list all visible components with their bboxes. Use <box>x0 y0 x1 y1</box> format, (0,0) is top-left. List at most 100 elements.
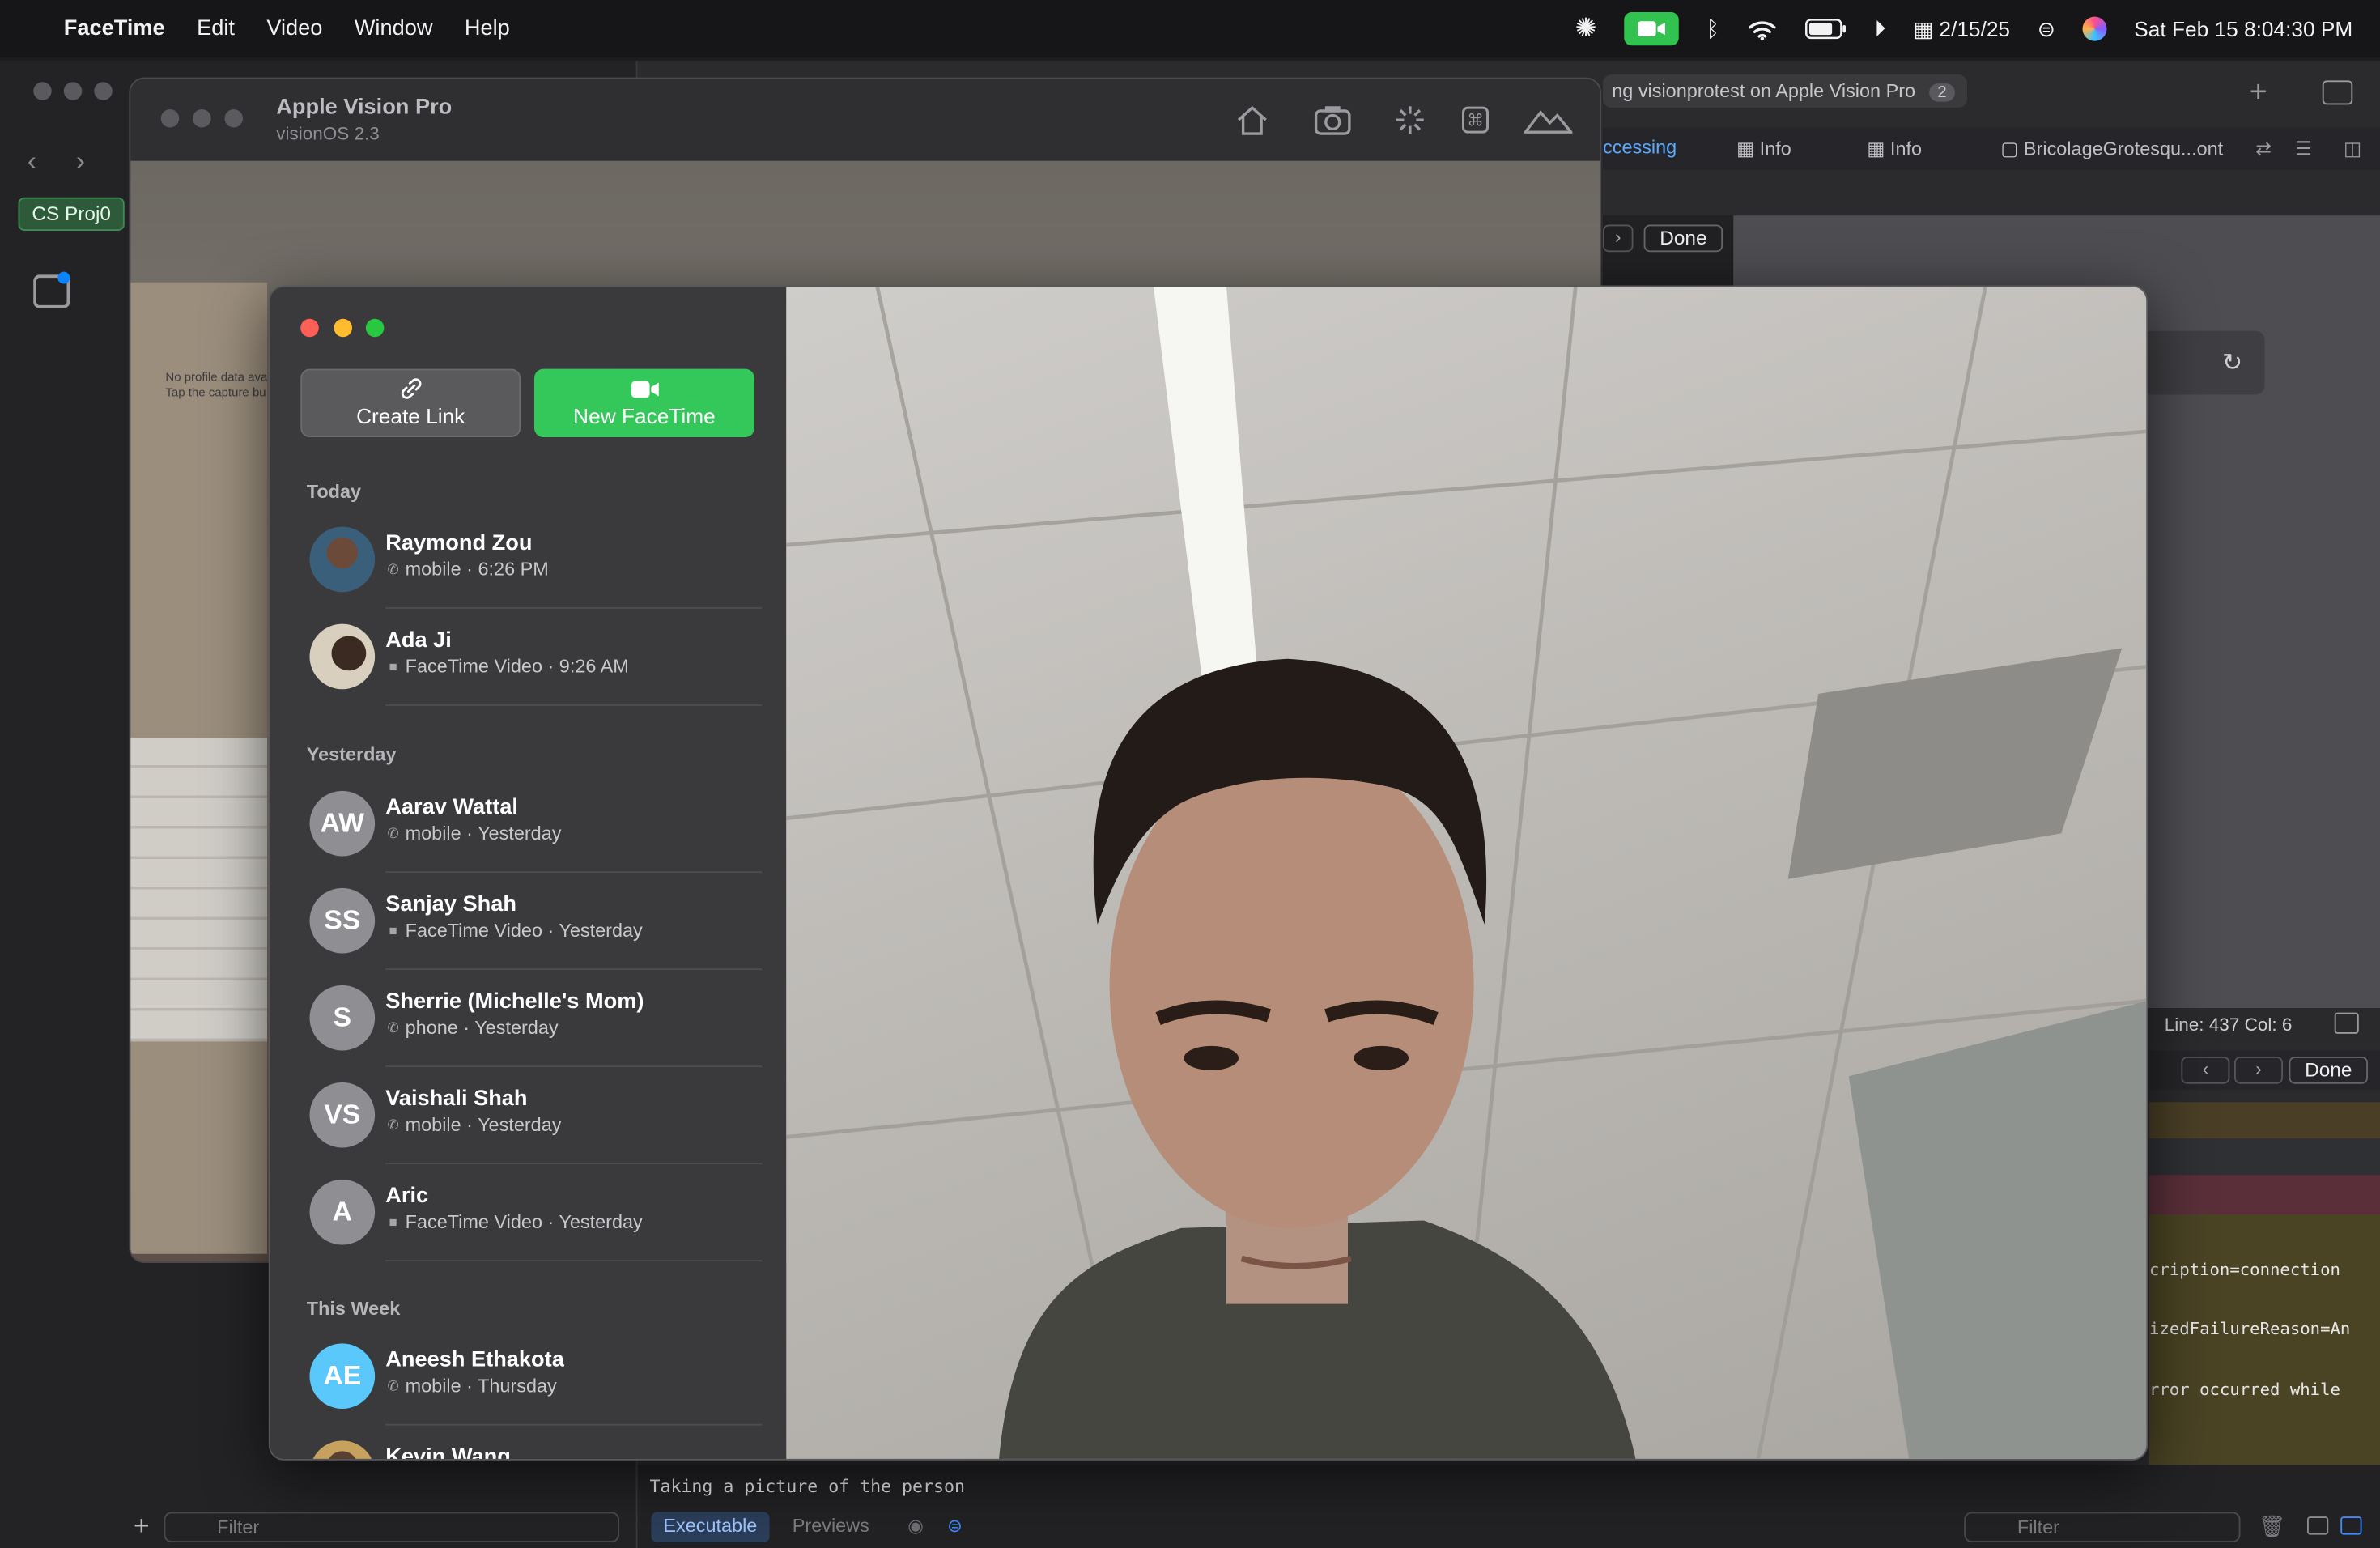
tab-processing[interactable]: ccessing <box>1603 137 1677 158</box>
prev-result-button[interactable]: ‹ <box>2181 1057 2230 1084</box>
call-row[interactable]: SS Sanjay Shah ■ FaceTime Video · Yesterday <box>307 873 763 971</box>
tab-info-1[interactable]: ▦ Info <box>1736 137 1791 159</box>
caller-name: Aarav Wattal <box>385 795 518 820</box>
calendar-icon: ▦ <box>1913 15 1940 40</box>
console-text-line: rror occurred while <box>2149 1380 2340 1400</box>
avatar <box>309 526 376 593</box>
toggle-icon[interactable]: ⊜ <box>947 1515 963 1536</box>
left-panel-icon[interactable] <box>2307 1516 2329 1535</box>
right-panel-icon[interactable] <box>2340 1516 2362 1535</box>
trash-icon[interactable]: 🗑 <box>2259 1513 2285 1539</box>
spinner-icon[interactable] <box>1393 104 1426 137</box>
menu-edit[interactable]: Edit <box>197 17 235 41</box>
wifi-icon[interactable] <box>1747 18 1778 40</box>
call-row[interactable]: AW Aarav Wattal ✆ mobile · Yesterday <box>307 776 763 874</box>
menu-video[interactable]: Video <box>266 17 322 41</box>
add-tab-icon[interactable]: + <box>2250 76 2267 111</box>
next-match-button[interactable]: › <box>1603 224 1634 253</box>
avatar: VS <box>309 1082 376 1148</box>
plus-icon[interactable]: + <box>134 1511 150 1542</box>
call-detail: ✆ mobile · 6:26 PM <box>385 559 549 580</box>
sim-minimize-button[interactable] <box>193 109 211 128</box>
project-badge[interactable]: CS Proj0 <box>18 197 125 231</box>
call-row[interactable]: Raymond Zou ✆ mobile · 6:26 PM <box>307 512 763 609</box>
eye-icon[interactable]: ◉ <box>907 1515 924 1536</box>
debug-area-toggle-icon[interactable] <box>2334 1012 2359 1034</box>
play-icon[interactable]: ⏵ <box>1874 16 1885 42</box>
tab-previews[interactable]: Previews <box>793 1515 869 1536</box>
home-icon[interactable] <box>1234 104 1270 137</box>
back-arrow-icon[interactable]: ‹ <box>28 146 36 177</box>
control-center-icon[interactable]: ⊜ <box>2038 16 2055 42</box>
call-detail: ✆ mobile · Yesterday <box>385 1114 562 1135</box>
done-bottom-button[interactable]: Done <box>2289 1057 2368 1084</box>
done-top-button[interactable]: Done <box>1643 224 1723 253</box>
forward-arrow-icon[interactable]: › <box>76 146 85 177</box>
new-facetime-label: New FaceTime <box>573 402 716 427</box>
command-icon[interactable]: ⌘ <box>1462 106 1490 134</box>
menu-help[interactable]: Help <box>465 17 510 41</box>
sim-close-button[interactable] <box>160 109 180 128</box>
tab-font-file[interactable]: ▢ BricolageGrotesqu...ont <box>2000 137 2223 159</box>
avatar: A <box>309 1179 376 1245</box>
tab-font-file-label: BricolageGrotesqu...ont <box>2023 138 2224 159</box>
call-row[interactable]: VS Vaishali Shah ✆ mobile · Yesterday <box>307 1067 763 1165</box>
caller-name: Raymond Zou <box>385 531 533 556</box>
avatar: AW <box>309 790 376 857</box>
caller-name: Kevin Wang <box>385 1445 511 1461</box>
next-result-button[interactable]: › <box>2234 1057 2283 1084</box>
camera-icon[interactable] <box>1313 104 1353 137</box>
list-icon[interactable]: ☰ <box>2295 137 2312 159</box>
camera-preview[interactable] <box>786 287 2147 1459</box>
call-detail: ✆ phone · Yesterday <box>385 1017 559 1038</box>
swap-icon[interactable]: ⇄ <box>2255 137 2272 159</box>
call-row[interactable]: A Aric ■ FaceTime Video · Yesterday <box>307 1164 763 1262</box>
phone-icon: ✆ <box>387 1116 399 1132</box>
bluetooth-icon[interactable]: ᛒ <box>1706 16 1719 42</box>
call-detail-text: FaceTime Video · Yesterday <box>405 1211 643 1233</box>
xcode-window-controls <box>19 80 113 101</box>
zoom-button[interactable] <box>365 318 385 338</box>
call-row[interactable]: S Sherrie (Michelle's Mom) ✆ phone · Yester… <box>307 970 763 1068</box>
menu-app-name[interactable]: FaceTime <box>64 17 165 41</box>
link-icon <box>400 378 421 399</box>
avatar <box>309 623 376 690</box>
mountains-icon[interactable] <box>1524 104 1573 135</box>
refresh-icon[interactable]: ↻ <box>2222 347 2242 378</box>
close-button[interactable] <box>300 318 319 338</box>
filter-right-field[interactable]: Filter <box>1964 1512 2241 1542</box>
minimize-button[interactable] <box>334 318 352 338</box>
create-link-label: Create Link <box>356 403 465 428</box>
new-facetime-button[interactable]: New FaceTime <box>534 368 754 437</box>
simulator-title: Apple Vision Pro <box>276 96 453 121</box>
battery-icon[interactable] <box>1804 19 1847 40</box>
split-icon[interactable]: ◫ <box>2344 137 2361 159</box>
inspector-toggle-icon[interactable] <box>2322 80 2353 105</box>
video-camera-icon: ■ <box>389 923 397 938</box>
tab-info-2[interactable]: ▦ Info <box>1867 137 1922 159</box>
tab-info-1-label: Info <box>1759 138 1791 159</box>
filter-left-field[interactable]: Filter <box>164 1512 619 1542</box>
camera-scene <box>786 287 2147 1459</box>
row-separator <box>385 704 763 706</box>
chatgpt-icon[interactable]: ✺ <box>1575 14 1597 45</box>
siri-icon[interactable] <box>2082 16 2107 41</box>
call-row[interactable]: AE Aneesh Ethakota ✆ mobile · Thursday <box>307 1329 763 1426</box>
menu-window[interactable]: Window <box>355 17 433 41</box>
facetime-icon[interactable] <box>1624 12 1679 46</box>
avatar: S <box>309 985 376 1051</box>
call-detail-text: mobile · Thursday <box>405 1375 557 1397</box>
caller-name: Aneesh Ethakota <box>385 1348 564 1372</box>
section-yesterday: Yesterday <box>306 743 397 765</box>
call-row[interactable]: Kevin Wang <box>307 1426 747 1461</box>
video-camera-icon: ■ <box>389 658 397 674</box>
sim-zoom-button[interactable] <box>224 109 243 128</box>
call-row[interactable]: Ada Ji ■ FaceTime Video · 9:26 AM <box>307 609 763 706</box>
calendar-date[interactable]: ▦ 2/15/25 <box>1913 16 2010 42</box>
menu-clock[interactable]: Sat Feb 15 8:04:30 PM <box>2134 17 2352 41</box>
phone-icon: ✆ <box>387 825 399 840</box>
tab-executable[interactable]: Executable <box>651 1512 770 1542</box>
create-link-button[interactable]: Create Link <box>300 368 521 437</box>
phone-icon: ✆ <box>387 1019 399 1035</box>
caller-name: Ada Ji <box>385 628 452 653</box>
